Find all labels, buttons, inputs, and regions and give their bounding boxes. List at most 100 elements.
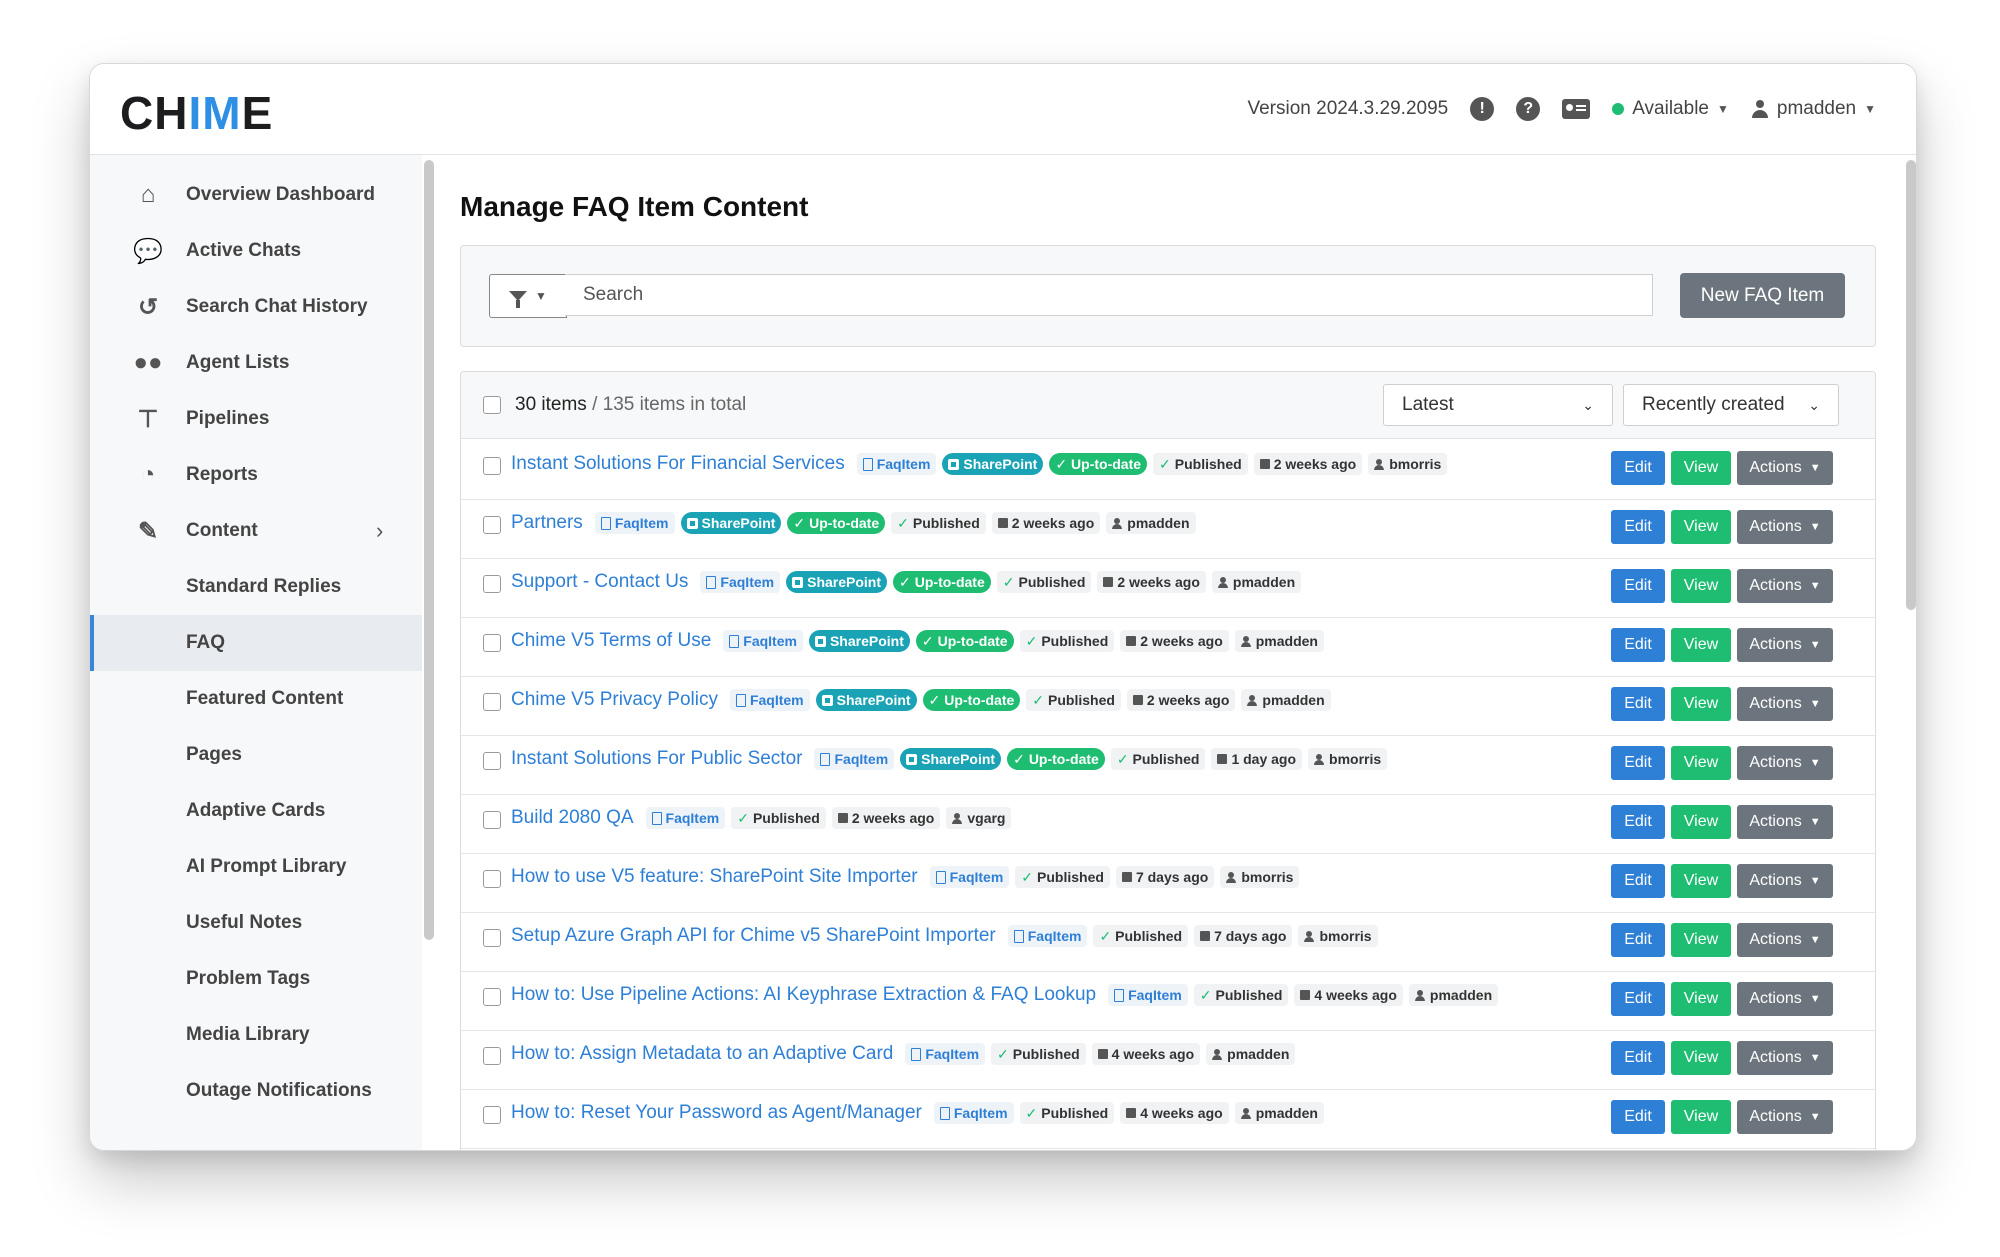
faq-title-link[interactable]: Instant Solutions For Public Sector (511, 748, 802, 770)
sidebar-item-featured-content[interactable]: Featured Content (90, 671, 422, 727)
edit-button[interactable]: Edit (1611, 1100, 1665, 1134)
contact-card-icon[interactable] (1562, 99, 1591, 119)
view-button[interactable]: View (1671, 923, 1731, 957)
edit-button[interactable]: Edit (1611, 923, 1665, 957)
chevron-down-icon: ▼ (1809, 698, 1821, 710)
view-button[interactable]: View (1671, 805, 1731, 839)
sort-select[interactable]: Latest ⌄ (1383, 384, 1613, 426)
search-input[interactable] (565, 274, 1653, 316)
sidebar-item-ai-prompt-library[interactable]: AI Prompt Library (90, 839, 422, 895)
sidebar-item-content[interactable]: ✎ Content › (90, 503, 422, 559)
sidebar-item-standard-replies[interactable]: Standard Replies (90, 559, 422, 615)
view-button[interactable]: View (1671, 864, 1731, 898)
filter-dropdown-button[interactable]: ▼ (489, 274, 567, 318)
time-badge: 7 days ago (1194, 925, 1293, 947)
view-button[interactable]: View (1671, 1100, 1731, 1134)
faq-title-link[interactable]: How to: Reset Your Password as Agent/Man… (511, 1102, 922, 1124)
edit-button[interactable]: Edit (1611, 628, 1665, 662)
edit-button[interactable]: Edit (1611, 864, 1665, 898)
edit-button[interactable]: Edit (1611, 510, 1665, 544)
sidebar-item-useful-notes[interactable]: Useful Notes (90, 895, 422, 951)
edit-button[interactable]: Edit (1611, 1041, 1665, 1075)
actions-dropdown-button[interactable]: Actions ▼ (1737, 746, 1833, 780)
document-icon (735, 693, 746, 707)
faq-title-link[interactable]: Build 2080 QA (511, 807, 634, 829)
actions-dropdown-button[interactable]: Actions ▼ (1737, 1041, 1833, 1075)
new-faq-item-button[interactable]: New FAQ Item (1680, 273, 1845, 318)
view-button[interactable]: View (1671, 451, 1731, 485)
row-checkbox[interactable] (483, 693, 501, 711)
row-checkbox[interactable] (483, 457, 501, 475)
edit-button[interactable]: Edit (1611, 805, 1665, 839)
actions-dropdown-button[interactable]: Actions ▼ (1737, 569, 1833, 603)
edit-button[interactable]: Edit (1611, 569, 1665, 603)
edit-button[interactable]: Edit (1611, 982, 1665, 1016)
sidebar: ⌂ Overview Dashboard 💬 Active Chats ↺ Searc… (90, 155, 422, 1150)
sidebar-item-overview-dashboard[interactable]: ⌂ Overview Dashboard (90, 167, 422, 223)
row-checkbox[interactable] (483, 575, 501, 593)
sidebar-item-reports[interactable]: ◔ Reports (90, 447, 422, 503)
main-scrollbar[interactable] (1906, 160, 1916, 610)
row-actions: Edit View Actions ▼ (1611, 510, 1833, 544)
row-checkbox[interactable] (483, 516, 501, 534)
sidebar-item-problem-tags[interactable]: Problem Tags (90, 951, 422, 1007)
sidebar-item-active-chats[interactable]: 💬 Active Chats (90, 223, 422, 279)
sidebar-item-search-chat-history[interactable]: ↺ Search Chat History (90, 279, 422, 335)
sidebar-item-faq[interactable]: FAQ (90, 615, 422, 671)
faq-title-link[interactable]: How to: Use Pipeline Actions: AI Keyphra… (511, 984, 1096, 1006)
sidebar-item-media-library[interactable]: Media Library (90, 1007, 422, 1063)
status-dropdown[interactable]: Available ▼ (1612, 98, 1729, 120)
edit-button[interactable]: Edit (1611, 451, 1665, 485)
chime-logo[interactable]: CHIME (120, 86, 273, 140)
view-button[interactable]: View (1671, 687, 1731, 721)
faq-title-link[interactable]: Chime V5 Terms of Use (511, 630, 711, 652)
row-checkbox[interactable] (483, 811, 501, 829)
faq-title-link[interactable]: Support - Contact Us (511, 571, 688, 593)
row-content: Build 2080 QA FaqItem ✓ Published 2 weeks ag… (511, 807, 1012, 829)
faq-title-link[interactable]: Partners (511, 512, 583, 534)
row-checkbox[interactable] (483, 988, 501, 1006)
sidebar-item-agent-lists[interactable]: ●● Agent Lists (90, 335, 422, 391)
sidebar-item-pages[interactable]: Pages (90, 727, 422, 783)
row-checkbox[interactable] (483, 929, 501, 947)
check-icon: ✓ (1013, 750, 1025, 767)
actions-dropdown-button[interactable]: Actions ▼ (1737, 451, 1833, 485)
row-checkbox[interactable] (483, 1106, 501, 1124)
faq-title-link[interactable]: Setup Azure Graph API for Chime v5 Share… (511, 925, 996, 947)
order-select[interactable]: Recently created ⌄ (1623, 384, 1839, 426)
row-checkbox[interactable] (483, 634, 501, 652)
sidebar-item-pipelines[interactable]: ⊤ Pipelines (90, 391, 422, 447)
sidebar-item-outage-notifications[interactable]: Outage Notifications (90, 1063, 422, 1119)
actions-dropdown-button[interactable]: Actions ▼ (1737, 510, 1833, 544)
row-checkbox[interactable] (483, 1047, 501, 1065)
view-button[interactable]: View (1671, 510, 1731, 544)
actions-dropdown-button[interactable]: Actions ▼ (1737, 923, 1833, 957)
actions-dropdown-button[interactable]: Actions ▼ (1737, 864, 1833, 898)
view-button[interactable]: View (1671, 982, 1731, 1016)
sidebar-item-adaptive-cards[interactable]: Adaptive Cards (90, 783, 422, 839)
actions-dropdown-button[interactable]: Actions ▼ (1737, 805, 1833, 839)
actions-dropdown-button[interactable]: Actions ▼ (1737, 982, 1833, 1016)
view-button[interactable]: View (1671, 569, 1731, 603)
actions-dropdown-button[interactable]: Actions ▼ (1737, 1100, 1833, 1134)
actions-dropdown-button[interactable]: Actions ▼ (1737, 628, 1833, 662)
row-checkbox[interactable] (483, 870, 501, 888)
edit-button[interactable]: Edit (1611, 687, 1665, 721)
time-badge: 2 weeks ago (1097, 571, 1206, 593)
alert-icon[interactable]: ! (1470, 97, 1495, 121)
faq-title-link[interactable]: How to use V5 feature: SharePoint Site I… (511, 866, 918, 888)
user-dropdown[interactable]: pmadden ▼ (1751, 98, 1876, 120)
faq-title-link[interactable]: How to: Assign Metadata to an Adaptive C… (511, 1043, 893, 1065)
view-button[interactable]: View (1671, 1041, 1731, 1075)
faq-title-link[interactable]: Chime V5 Privacy Policy (511, 689, 718, 711)
sidebar-scrollbar[interactable] (424, 160, 434, 940)
select-all-checkbox[interactable] (483, 396, 501, 414)
faq-title-link[interactable]: Instant Solutions For Financial Services (511, 453, 845, 475)
actions-dropdown-button[interactable]: Actions ▼ (1737, 687, 1833, 721)
row-checkbox[interactable] (483, 752, 501, 770)
view-button[interactable]: View (1671, 628, 1731, 662)
view-button[interactable]: View (1671, 746, 1731, 780)
edit-button[interactable]: Edit (1611, 746, 1665, 780)
help-icon[interactable]: ? (1516, 97, 1541, 121)
chevron-down-icon: ▼ (1809, 993, 1821, 1005)
